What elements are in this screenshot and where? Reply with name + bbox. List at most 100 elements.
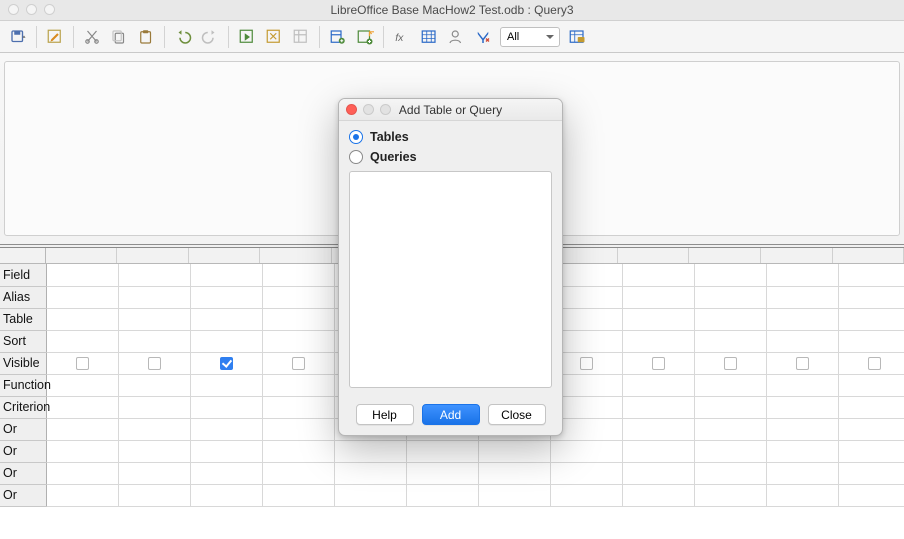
grid-cell[interactable]	[46, 286, 118, 308]
grid-cell[interactable]	[262, 352, 334, 374]
grid-cell[interactable]	[190, 484, 262, 506]
functions-icon[interactable]: fx	[390, 25, 414, 49]
grid-cell[interactable]	[262, 462, 334, 484]
grid-cell[interactable]	[694, 286, 766, 308]
grid-cell[interactable]	[694, 330, 766, 352]
visible-checkbox[interactable]	[76, 357, 89, 370]
visible-checkbox[interactable]	[796, 357, 809, 370]
grid-cell[interactable]	[694, 374, 766, 396]
edit-mode-icon[interactable]	[43, 25, 67, 49]
grid-cell[interactable]	[622, 308, 694, 330]
clear-query-icon[interactable]	[262, 25, 286, 49]
grid-cell[interactable]	[334, 462, 406, 484]
grid-cell[interactable]	[118, 352, 190, 374]
grid-cell[interactable]	[262, 418, 334, 440]
grid-cell[interactable]	[694, 440, 766, 462]
grid-cell[interactable]	[406, 440, 478, 462]
grid-cell[interactable]	[694, 352, 766, 374]
add-tables-icon[interactable]	[326, 25, 350, 49]
grid-cell[interactable]	[46, 308, 118, 330]
grid-cell[interactable]	[118, 308, 190, 330]
grid-cell[interactable]	[262, 330, 334, 352]
visible-checkbox[interactable]	[292, 357, 305, 370]
grid-cell[interactable]	[838, 462, 904, 484]
grid-cell[interactable]	[838, 418, 904, 440]
grid-cell[interactable]	[478, 440, 550, 462]
grid-cell[interactable]	[190, 264, 262, 286]
paste-icon[interactable]	[134, 25, 158, 49]
grid-cell[interactable]	[118, 330, 190, 352]
grid-cell[interactable]	[118, 396, 190, 418]
visible-checkbox[interactable]	[724, 357, 737, 370]
grid-cell[interactable]	[190, 396, 262, 418]
close-window-icon[interactable]	[8, 4, 19, 15]
grid-cell[interactable]	[190, 352, 262, 374]
save-dropdown-icon[interactable]	[6, 25, 30, 49]
grid-cell[interactable]	[262, 264, 334, 286]
query-properties-icon[interactable]	[565, 25, 589, 49]
grid-cell[interactable]	[406, 484, 478, 506]
grid-cell[interactable]	[550, 440, 622, 462]
grid-cell[interactable]	[190, 462, 262, 484]
grid-cell[interactable]	[46, 352, 118, 374]
close-button[interactable]: Close	[488, 404, 546, 425]
grid-cell[interactable]	[478, 484, 550, 506]
grid-cell[interactable]	[838, 264, 904, 286]
table-view-icon[interactable]	[417, 25, 441, 49]
radio-tables[interactable]: Tables	[349, 127, 552, 147]
dialog-close-icon[interactable]	[346, 104, 357, 115]
distinct-values-icon[interactable]	[471, 25, 495, 49]
grid-cell[interactable]	[766, 330, 838, 352]
grid-cell[interactable]	[262, 308, 334, 330]
grid-cell[interactable]	[622, 374, 694, 396]
design-view-icon[interactable]	[289, 25, 313, 49]
grid-cell[interactable]	[766, 264, 838, 286]
grid-cell[interactable]	[694, 418, 766, 440]
help-button[interactable]: Help	[356, 404, 414, 425]
copy-icon[interactable]	[107, 25, 131, 49]
grid-cell[interactable]	[262, 396, 334, 418]
grid-cell[interactable]	[838, 484, 904, 506]
grid-cell[interactable]	[262, 286, 334, 308]
undo-dropdown-icon[interactable]	[171, 25, 195, 49]
grid-cell[interactable]	[838, 352, 904, 374]
grid-cell[interactable]	[694, 462, 766, 484]
grid-cell[interactable]	[766, 484, 838, 506]
grid-cell[interactable]	[550, 462, 622, 484]
grid-cell[interactable]	[622, 286, 694, 308]
grid-cell[interactable]	[766, 396, 838, 418]
grid-cell[interactable]	[694, 264, 766, 286]
grid-cell[interactable]	[46, 396, 118, 418]
grid-cell[interactable]	[766, 374, 838, 396]
grid-cell[interactable]	[118, 374, 190, 396]
grid-cell[interactable]	[46, 264, 118, 286]
add-button[interactable]: Add	[422, 404, 480, 425]
grid-cell[interactable]	[118, 484, 190, 506]
grid-cell[interactable]	[622, 418, 694, 440]
grid-cell[interactable]	[622, 352, 694, 374]
visible-checkbox[interactable]	[148, 357, 161, 370]
minimize-window-icon[interactable]	[26, 4, 37, 15]
grid-cell[interactable]	[478, 462, 550, 484]
grid-cell[interactable]	[190, 308, 262, 330]
grid-cell[interactable]	[766, 286, 838, 308]
grid-cell[interactable]	[838, 440, 904, 462]
grid-cell[interactable]	[190, 440, 262, 462]
visible-checkbox[interactable]	[580, 357, 593, 370]
grid-cell[interactable]	[334, 484, 406, 506]
visible-checkbox[interactable]	[220, 357, 233, 370]
grid-cell[interactable]	[766, 308, 838, 330]
grid-cell[interactable]	[622, 440, 694, 462]
visible-checkbox[interactable]	[868, 357, 881, 370]
grid-cell[interactable]	[694, 396, 766, 418]
grid-cell[interactable]	[190, 374, 262, 396]
grid-cell[interactable]	[46, 418, 118, 440]
grid-cell[interactable]	[622, 396, 694, 418]
window-controls[interactable]	[8, 4, 55, 15]
cut-icon[interactable]	[80, 25, 104, 49]
grid-cell[interactable]	[118, 286, 190, 308]
grid-cell[interactable]	[190, 418, 262, 440]
grid-cell[interactable]	[262, 374, 334, 396]
zoom-window-icon[interactable]	[44, 4, 55, 15]
grid-cell[interactable]	[46, 330, 118, 352]
